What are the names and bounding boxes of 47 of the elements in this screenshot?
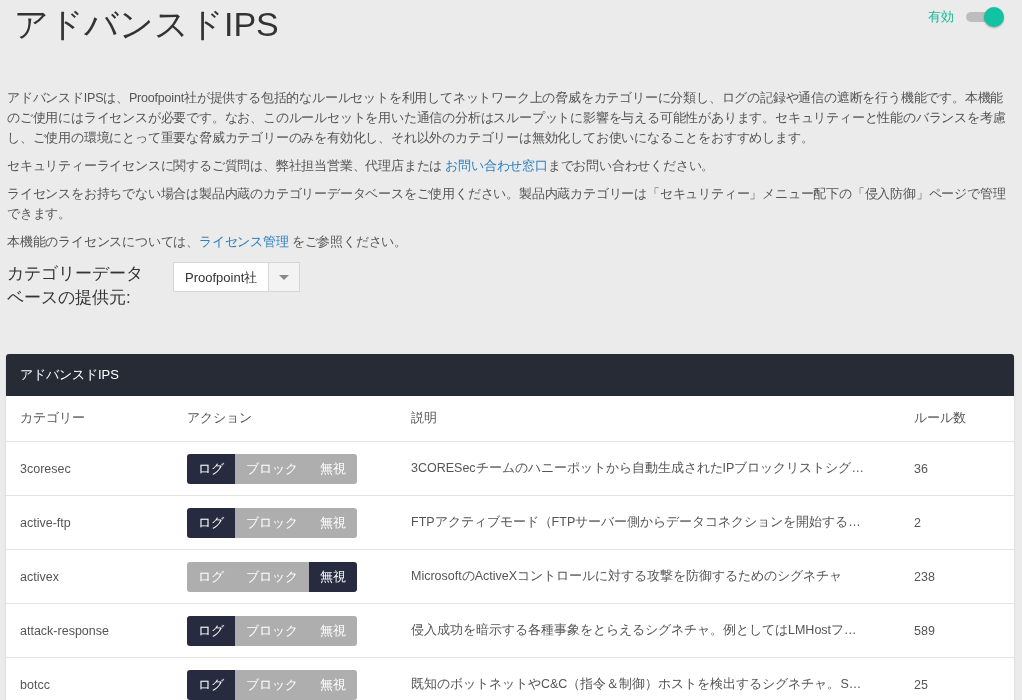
action-option[interactable]: ブロック <box>235 615 309 646</box>
action-option[interactable]: 無視 <box>309 561 357 592</box>
action-option[interactable]: ログ <box>187 615 235 646</box>
description-paragraph: ライセンスをお持ちでない場合は製品内蔵のカテゴリーデータベースをご使用ください。製品内蔵カテゴリーは「セキュリティー」メニュー配下の「侵入防御」ページで管理できます。 <box>7 186 1007 223</box>
action-option[interactable]: ブロック <box>235 507 309 538</box>
description-cell-text: 3CORESecチームのハニーポットから自動生成されたIPブロックリストシグ… <box>411 460 865 477</box>
text-link[interactable]: お問い合わせ窓口 <box>445 159 548 173</box>
provider-select[interactable]: Proofpoint社 <box>173 262 301 292</box>
description-paragraph: 本機能のライセンスについては、ライセンス管理 をご参照ください。 <box>7 234 409 251</box>
action-option[interactable]: ログ <box>187 669 235 700</box>
description-cell-text: FTPアクティブモード（FTPサーバー側からデータコネクションを開始する… <box>411 514 862 531</box>
action-option[interactable]: ブロック <box>235 453 309 484</box>
category-cell-text: botcc <box>19 677 51 692</box>
category-cell-text: active-ftp <box>19 515 72 530</box>
rule-count-cell: 2 <box>914 515 921 530</box>
rule-count-cell: 36 <box>914 461 928 476</box>
description-cell-text: 侵入成功を暗示する各種事象をとらえるシグネチャ。例としてはLMHostフ… <box>411 622 858 639</box>
enable-toggle[interactable] <box>964 8 1004 26</box>
category-cell-text: 3coresec <box>19 461 72 476</box>
action-option[interactable]: ログ <box>187 453 235 484</box>
action-option[interactable]: ブロック <box>235 669 309 700</box>
description-cell-text: 既知のボットネットやC&C（指令＆制御）ホストを検出するシグネチャ。S… <box>411 676 863 693</box>
description-cell-text: MicrosoftのActiveXコントロールに対する攻撃を防御するためのシグネチャ <box>411 568 844 585</box>
page-title: アドバンスドIPS <box>14 4 279 45</box>
category-cell-text: activex <box>19 569 60 584</box>
text-link[interactable]: ライセンス管理 <box>199 235 289 249</box>
column-header: カテゴリー <box>19 410 86 427</box>
provider-label: カテゴリーデータベースの提供元: <box>7 263 144 309</box>
action-option[interactable]: ログ <box>187 507 235 538</box>
caret-icon <box>279 274 290 280</box>
rule-count-cell: 238 <box>914 569 935 584</box>
action-option[interactable]: 無視 <box>309 453 357 484</box>
action-option[interactable]: 無視 <box>309 615 357 646</box>
toggle-label: 有効 <box>928 8 954 26</box>
card-title: アドバンスドIPS <box>20 366 119 384</box>
rule-count-cell: 589 <box>914 623 935 638</box>
action-option[interactable]: ブロック <box>235 561 309 592</box>
action-option[interactable]: 無視 <box>309 507 357 538</box>
category-cell-text: attack-response <box>19 623 110 638</box>
description-paragraph: セキュリティーライセンスに関するご質問は、弊社担当営業、代理店または お問い合わせ窓口 までお問い合わせください。 <box>7 158 716 175</box>
action-option[interactable]: 無視 <box>309 669 357 700</box>
column-header: アクション <box>187 410 253 427</box>
description-paragraph: アドバンスドIPSは、Proofpoint社が提供する包括的なルールセットを利用してネットワーク上の脅威をカテゴリーに分類し、ログの記録や通信の遮断を行う機能です。本機能のご使用にはライセンスが必要です。なお、このルールセットを用いた通信の分析はスループットに影響を与える可能性があります。セキュリティーと性能のバランスを考慮し、ご使用の環境にとって重要な脅威カテゴリーのみを有効化し、それ以外のカテゴリーは無効化してお使いになることをおすすめします。 <box>7 90 1007 147</box>
column-header: 説明 <box>411 410 438 427</box>
action-option[interactable]: ログ <box>187 561 235 592</box>
column-header: ルール数 <box>914 410 966 427</box>
rule-count-cell: 25 <box>914 677 928 692</box>
